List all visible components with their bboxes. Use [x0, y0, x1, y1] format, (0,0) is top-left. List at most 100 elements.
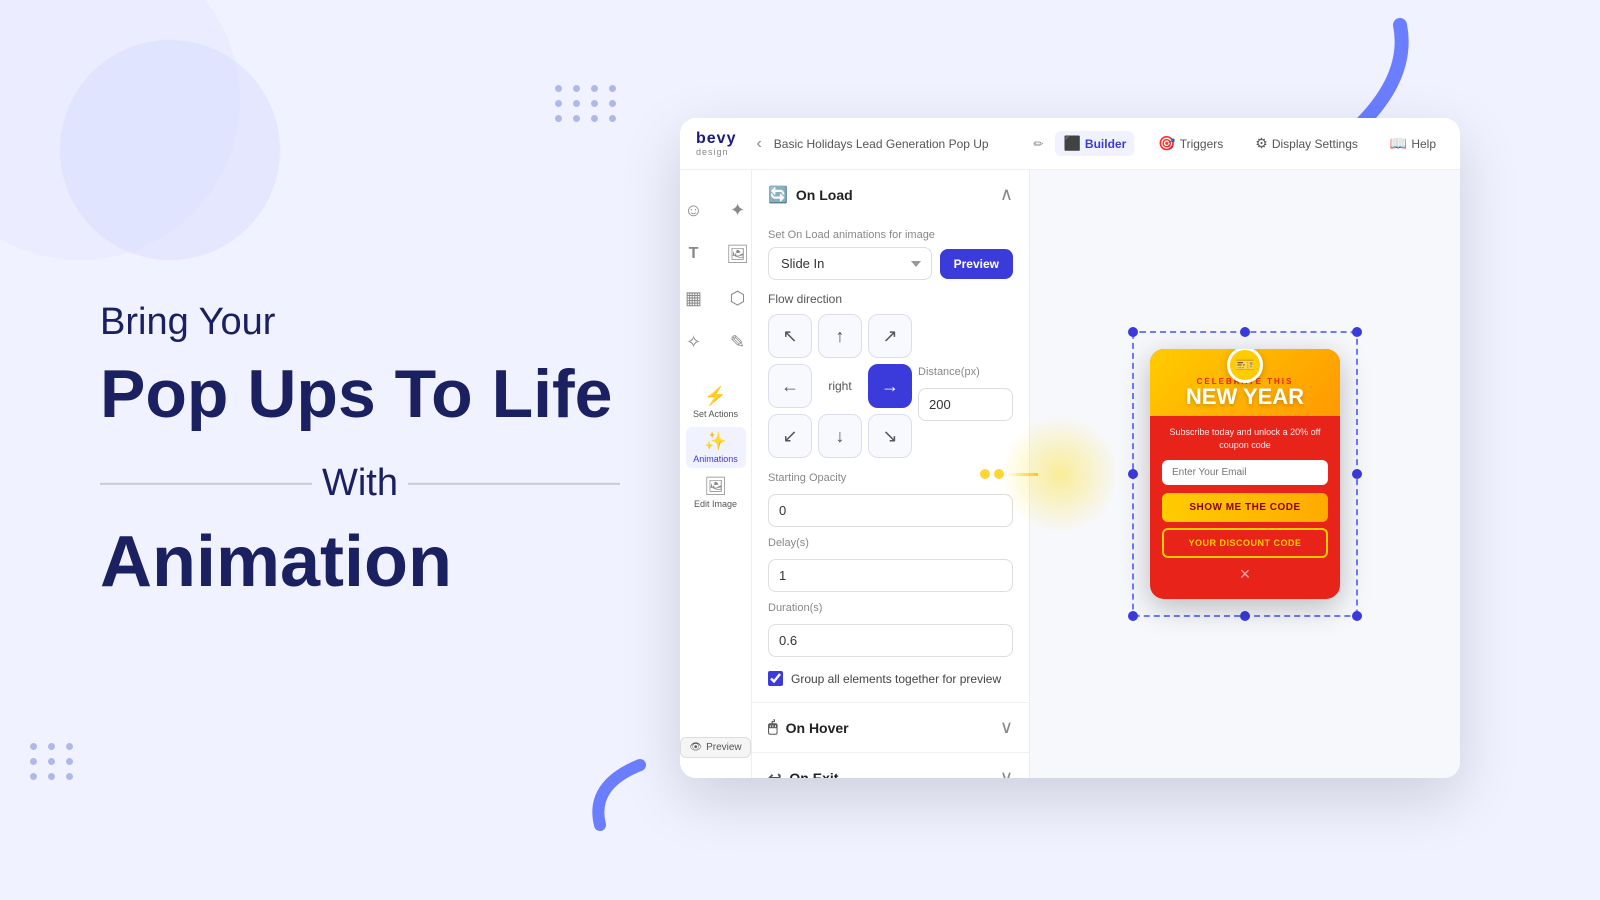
resize-handle-bl[interactable]: [1128, 611, 1138, 621]
on-load-body: Set On Load animations for image Slide I…: [752, 229, 1029, 702]
help-icon: 📖: [1390, 135, 1407, 152]
animation-headline: Animation: [100, 523, 620, 602]
triggers-label: Triggers: [1180, 137, 1224, 151]
duration-label: Duration(s): [768, 602, 1013, 614]
set-label: Set On Load animations for image: [768, 229, 1013, 241]
anim-dot-1: [980, 469, 990, 479]
group-checkbox-row: Group all elements together for preview: [768, 671, 1013, 686]
preview-animation-btn[interactable]: Preview: [940, 249, 1013, 279]
anim-dot-2: [994, 469, 1004, 479]
distance-wrapper: Distance(px): [918, 356, 1013, 421]
on-load-header[interactable]: 🔄 On Load ∧: [752, 170, 1029, 219]
divider-line-right: [408, 483, 620, 485]
builder-btn[interactable]: ⬛ Builder: [1055, 131, 1134, 156]
delay-label: Delay(s): [768, 537, 1013, 549]
close-button[interactable]: ×: [1162, 564, 1328, 585]
animations-btn[interactable]: ✨ Animations: [686, 427, 746, 468]
sidebar-tool-emoji[interactable]: ☺: [680, 190, 714, 230]
main-content-area: 🔄 On Load ∧ Set On Load animations for i…: [752, 170, 1460, 778]
help-label: Help: [1411, 137, 1436, 151]
anim-direction-hint: [980, 469, 1038, 479]
triggers-btn[interactable]: 🎯 Triggers: [1150, 131, 1231, 156]
cta-button[interactable]: SHOW ME THE CODE: [1162, 493, 1328, 522]
on-exit-section: ↩ On Exit ∨: [752, 753, 1029, 778]
on-load-icon: 🔄: [768, 185, 788, 205]
breadcrumb: Basic Holidays Lead Generation Pop Up: [774, 137, 1022, 151]
edit-image-icon: 🖼: [704, 476, 727, 497]
animations-icon: ✨: [704, 431, 726, 452]
dir-down-left[interactable]: ↙: [768, 414, 812, 458]
dir-up[interactable]: ↑: [818, 314, 862, 358]
on-exit-icon: ↩: [768, 768, 781, 779]
hero-headline: Pop Ups To Life: [100, 357, 620, 432]
app-window: bevy design ‹ Basic Holidays Lead Genera…: [680, 118, 1460, 778]
nav-back-arrow[interactable]: ‹: [756, 135, 761, 153]
on-load-collapse-icon[interactable]: ∧: [1000, 184, 1013, 205]
dir-up-left[interactable]: ↖: [768, 314, 812, 358]
resize-handle-mr[interactable]: [1352, 469, 1362, 479]
resize-handle-tc[interactable]: [1240, 327, 1250, 337]
email-input[interactable]: [1162, 460, 1328, 485]
breadcrumb-edit-icon[interactable]: ✏: [1033, 137, 1043, 151]
sidebar-tool-film[interactable]: ▦: [680, 278, 714, 318]
preview-btn[interactable]: 👁 Preview: [680, 737, 750, 758]
animation-type-select[interactable]: Slide In Fade In Bounce Zoom In: [768, 247, 932, 280]
dir-up-right[interactable]: ↗: [868, 314, 912, 358]
on-exit-header-left: ↩ On Exit: [768, 768, 838, 779]
resize-handle-bc[interactable]: [1240, 611, 1250, 621]
on-exit-header[interactable]: ↩ On Exit ∨: [752, 753, 1029, 778]
help-btn[interactable]: 📖 Help: [1382, 131, 1444, 156]
on-load-header-left: 🔄 On Load: [768, 185, 853, 205]
distance-input[interactable]: [918, 388, 1013, 421]
starting-opacity-input[interactable]: [768, 494, 1013, 527]
hero-text-section: Bring Your Pop Ups To Life With Animatio…: [100, 298, 620, 602]
sidebar-tool-text[interactable]: T: [680, 234, 714, 274]
resize-handle-ml[interactable]: [1128, 469, 1138, 479]
on-hover-expand-icon[interactable]: ∨: [1000, 717, 1013, 738]
dir-down-right[interactable]: ↘: [868, 414, 912, 458]
on-hover-header[interactable]: 🖱 On Hover ∨: [752, 703, 1029, 752]
dir-down[interactable]: ↓: [818, 414, 862, 458]
animations-label: Animations: [693, 454, 738, 464]
on-hover-header-left: 🖱 On Hover: [768, 719, 849, 737]
resize-handle-tl[interactable]: [1128, 327, 1138, 337]
set-actions-btn[interactable]: ⚡ Set Actions: [686, 382, 746, 423]
direction-row-3: ↙ ↓ ↘: [768, 414, 912, 458]
flow-direction-label: Flow direction: [768, 292, 1013, 306]
ticket-decoration: 🎫: [1227, 349, 1263, 383]
direction-section: Flow direction ↖ ↑ ↗: [768, 292, 1013, 462]
divider: With: [100, 462, 620, 505]
sidebar-tool-draw[interactable]: ✧: [680, 322, 714, 362]
hero-tagline: Bring Your: [100, 298, 620, 347]
app-header: bevy design ‹ Basic Holidays Lead Genera…: [680, 118, 1460, 170]
resize-handle-br[interactable]: [1352, 611, 1362, 621]
duration-input[interactable]: [768, 624, 1013, 657]
resize-handle-tr[interactable]: [1352, 327, 1362, 337]
direction-grid-wrapper: ↖ ↑ ↗ ← right →: [768, 314, 912, 462]
dir-right[interactable]: →: [868, 364, 912, 408]
delay-input[interactable]: [768, 559, 1013, 592]
logo-name: bevy: [696, 131, 736, 147]
group-checkbox[interactable]: [768, 671, 783, 686]
edit-image-btn[interactable]: 🖼 Edit Image: [686, 472, 746, 513]
dots-bottom: [30, 743, 76, 780]
preview-label: Preview: [706, 742, 742, 753]
display-settings-btn[interactable]: ⚙ Display Settings: [1247, 131, 1366, 156]
on-exit-title: On Exit: [789, 770, 838, 779]
builder-label: Builder: [1085, 137, 1126, 151]
divider-line-left: [100, 483, 312, 485]
sidebar: ☺ ✦ T 🖼 ▦ ⬡ ✧ ✎ ⚡ Set Actions ✨ Animatio…: [680, 170, 752, 778]
dir-left[interactable]: ←: [768, 364, 812, 408]
on-load-title: On Load: [796, 187, 853, 203]
popup-title: NEW YEAR: [1186, 386, 1304, 408]
popup-dashed-border: 🎫 CELEBRATE THIS NEW YEAR Subscribe toda…: [1132, 331, 1358, 616]
dots-top: [555, 85, 619, 122]
settings-icon: ⚙: [1255, 135, 1268, 152]
direction-and-distance: ↖ ↑ ↗ ← right →: [768, 314, 1013, 462]
with-label: With: [322, 462, 398, 505]
dir-active-label: right: [818, 364, 862, 408]
group-label: Group all elements together for preview: [791, 672, 1001, 686]
on-exit-expand-icon[interactable]: ∨: [1000, 767, 1013, 778]
secondary-button[interactable]: YOUR DISCOUNT CODE: [1162, 528, 1328, 558]
on-load-section: 🔄 On Load ∧ Set On Load animations for i…: [752, 170, 1029, 703]
